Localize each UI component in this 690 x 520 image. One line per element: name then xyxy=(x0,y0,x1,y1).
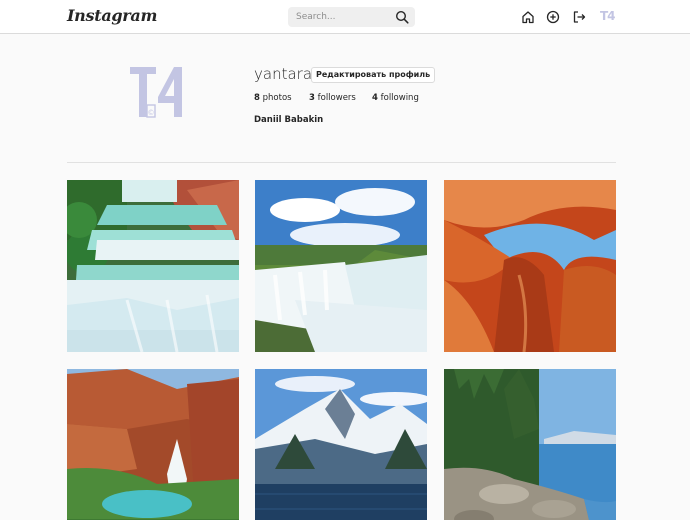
post-niagara-falls[interactable] xyxy=(255,180,427,352)
logout-icon[interactable] xyxy=(572,10,586,24)
profile-full-name: Daniil Babakin xyxy=(254,115,324,125)
search-icon[interactable] xyxy=(395,10,409,24)
profile-divider xyxy=(67,162,616,163)
home-icon[interactable] xyxy=(521,10,535,24)
post-snowy-mountain-lake[interactable] xyxy=(255,369,427,520)
followers-stat[interactable]: 3 followers xyxy=(309,93,356,103)
photos-label: photos xyxy=(262,93,292,103)
instagram-logo[interactable]: Instagram xyxy=(67,6,157,25)
search-box[interactable] xyxy=(288,7,415,27)
search-input[interactable] xyxy=(288,7,388,27)
post-waterfall-terraces[interactable] xyxy=(67,180,239,352)
photos-count-stat: 8 photos xyxy=(254,93,292,103)
new-post-icon[interactable] xyxy=(546,10,560,24)
following-count: 4 xyxy=(372,93,378,103)
profile-mini-logo[interactable]: T4 xyxy=(600,9,616,23)
post-lake-tahoe-shore[interactable] xyxy=(444,369,616,520)
post-antelope-canyon[interactable] xyxy=(444,180,616,352)
avatar: © xyxy=(130,67,182,118)
svg-text:©: © xyxy=(148,109,155,117)
photos-count: 8 xyxy=(254,93,260,103)
followers-label: followers xyxy=(317,93,356,103)
post-havasu-falls[interactable] xyxy=(67,369,239,520)
edit-profile-button[interactable]: Редактировать профиль xyxy=(311,67,436,83)
profile-username: yantara xyxy=(254,65,313,83)
top-navbar: Instagram T4 xyxy=(0,0,690,34)
following-label: following xyxy=(380,93,419,103)
following-stat[interactable]: 4 following xyxy=(372,93,419,103)
followers-count: 3 xyxy=(309,93,315,103)
